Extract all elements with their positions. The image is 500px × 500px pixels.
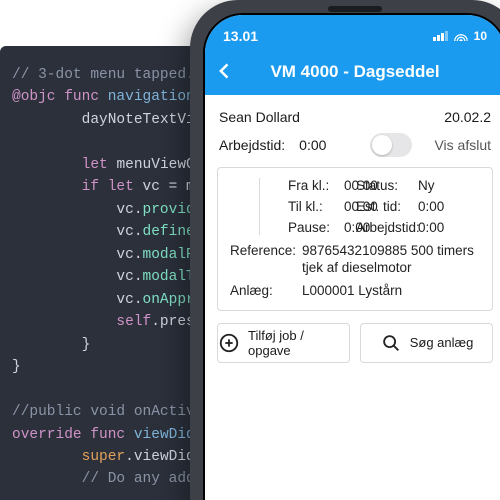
back-button[interactable] bbox=[215, 59, 239, 83]
reference-label: Reference: bbox=[230, 243, 302, 277]
status-label: Status: bbox=[356, 178, 418, 193]
phone-speaker bbox=[328, 6, 382, 12]
cellular-icon bbox=[433, 31, 448, 41]
est-value: 0:00 bbox=[418, 199, 480, 214]
status-time: 13.01 bbox=[223, 28, 258, 44]
plus-circle-icon bbox=[218, 332, 240, 354]
anlaeg-label: Anlæg: bbox=[230, 283, 302, 300]
til-label: Til kl.: bbox=[288, 199, 344, 214]
status-value: Ny bbox=[418, 178, 480, 193]
phone-screen: 13.01 10 VM 4000 - Dagseddel Sean bbox=[205, 15, 500, 500]
phone-frame: 13.01 10 VM 4000 - Dagseddel Sean bbox=[190, 0, 500, 500]
worktime-label: Arbejdstid: bbox=[219, 137, 285, 153]
search-icon bbox=[380, 332, 402, 354]
vis-afslut-toggle[interactable] bbox=[370, 133, 412, 157]
nav-bar: VM 4000 - Dagseddel bbox=[205, 49, 500, 95]
pause-value: 0:00 bbox=[344, 220, 356, 235]
date-value: 20.02.2 bbox=[444, 109, 491, 125]
battery-text: 10 bbox=[474, 29, 487, 43]
search-anlaeg-label: Søg anlæg bbox=[410, 335, 474, 350]
anlaeg-value: L000001 Lystårn bbox=[302, 283, 480, 300]
arb-value: 0:00 bbox=[418, 220, 480, 235]
toggle-label: Vis afslut bbox=[434, 137, 491, 153]
reference-value: 98765432109885 500 timers tjek af diesel… bbox=[302, 243, 480, 277]
fra-value: 00.00 bbox=[344, 178, 356, 193]
fra-label: Fra kl.: bbox=[288, 178, 344, 193]
search-anlaeg-button[interactable]: Søg anlæg bbox=[360, 323, 493, 363]
wifi-icon bbox=[454, 31, 468, 41]
til-value: 00.00 bbox=[344, 199, 356, 214]
arb-label: Arbejdstid: bbox=[356, 220, 418, 235]
add-job-button[interactable]: Tilføj job / opgave bbox=[217, 323, 350, 363]
pause-label: Pause: bbox=[288, 220, 344, 235]
user-name: Sean Dollard bbox=[219, 109, 300, 125]
add-job-label: Tilføj job / opgave bbox=[248, 328, 349, 358]
nav-title: VM 4000 - Dagseddel bbox=[270, 62, 439, 82]
details-card: Fra kl.: 00.00 Status: Ny Til kl.: 00.00… bbox=[217, 167, 493, 311]
status-bar: 13.01 10 bbox=[205, 15, 500, 49]
est-label: Est. tid: bbox=[356, 199, 418, 214]
worktime-value: 0:00 bbox=[299, 137, 326, 153]
